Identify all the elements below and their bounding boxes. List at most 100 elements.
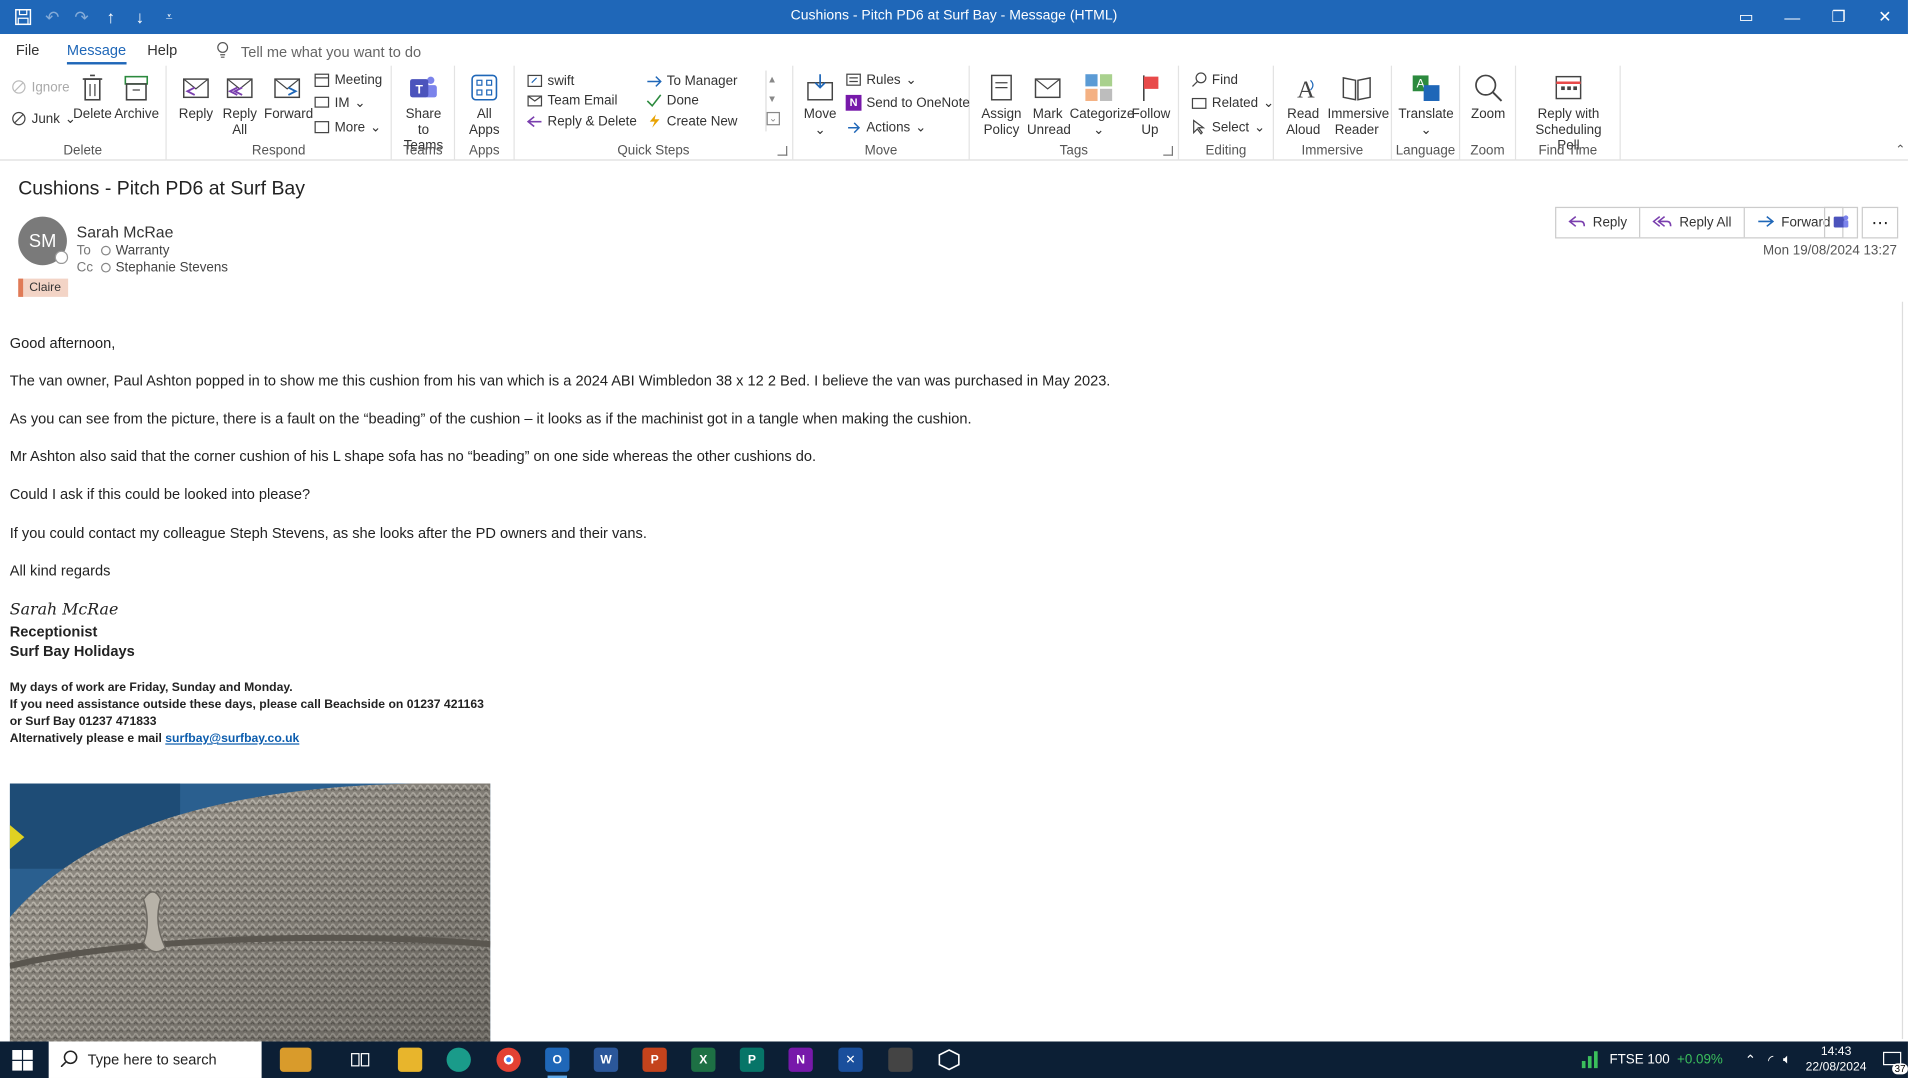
ribbon-display-options-icon[interactable]: ▭ — [1723, 0, 1769, 34]
mark-unread-button[interactable]: Mark Unread — [1026, 71, 1071, 139]
outlook-icon[interactable]: O — [545, 1047, 570, 1078]
read-aloud-button[interactable]: A Read Aloud — [1281, 71, 1325, 139]
sender-name[interactable]: Sarah McRae — [77, 223, 174, 241]
app-icon[interactable] — [937, 1048, 961, 1072]
ignore-button[interactable]: Ignore — [11, 79, 70, 95]
avatar[interactable]: SM — [18, 216, 69, 266]
translate-button[interactable]: A Translate ⌄ — [1397, 71, 1455, 139]
delete-button[interactable]: Delete — [73, 71, 112, 123]
arrow-right-icon — [646, 73, 662, 89]
actions-button[interactable]: Actions ⌄ — [846, 119, 926, 135]
teams-chat-button[interactable] — [1823, 206, 1859, 239]
app-icon[interactable] — [888, 1047, 913, 1072]
minimize-button[interactable]: — — [1769, 0, 1815, 34]
taskbar-search-box[interactable]: Type here to search — [48, 1041, 262, 1078]
follow-up-button[interactable]: Follow Up — [1128, 71, 1172, 139]
tab-help[interactable]: Help — [147, 41, 177, 58]
quick-step-reply-delete[interactable]: Reply & Delete — [526, 113, 637, 129]
cc-line: Cc Stephanie Stevens — [77, 260, 228, 275]
publisher-icon[interactable]: P — [739, 1047, 765, 1072]
clock[interactable]: 14:43 22/08/2024 — [1806, 1044, 1867, 1076]
signature-email-line: Alternatively please e mail surfbay@surf… — [9, 732, 300, 746]
collapse-ribbon-icon[interactable]: ⌃ — [1895, 144, 1905, 157]
ribbon: Ignore Junk ⌄ Delete Archive Delete Reply — [0, 65, 1908, 161]
move-folder-icon — [527, 73, 543, 89]
all-apps-button[interactable]: All Apps — [465, 71, 504, 139]
zoom-button[interactable]: Zoom — [1467, 71, 1508, 123]
reply-action-button[interactable]: Reply — [1556, 208, 1641, 238]
volume-icon[interactable]: 🔈︎ — [1783, 1052, 1791, 1068]
reply-button[interactable]: Reply — [176, 71, 215, 123]
find-button[interactable]: Find — [1191, 72, 1238, 88]
signature-line: If you need assistance outside these day… — [9, 698, 484, 712]
send-to-onenote-button[interactable]: N Send to OneNote — [845, 94, 970, 111]
categorize-button[interactable]: Categorize ⌄ — [1070, 71, 1134, 139]
task-view-icon[interactable] — [348, 1048, 372, 1072]
quick-step-team-email[interactable]: Team Email — [527, 92, 617, 108]
briefcase-icon[interactable] — [279, 1047, 312, 1072]
archive-button[interactable]: Archive — [114, 71, 159, 123]
powerpoint-icon[interactable]: P — [642, 1047, 667, 1072]
move-group: Move ⌄ Rules ⌄ N Send to OneNote Actions ⌄ … — [793, 65, 970, 161]
tab-message[interactable]: Message — [66, 41, 126, 65]
junk-button[interactable]: Junk ⌄ — [11, 111, 76, 127]
im-button[interactable]: IM ⌄ — [314, 95, 366, 111]
more-options-button[interactable]: ⋯ — [1861, 206, 1899, 239]
app-icon[interactable]: ✕ — [838, 1047, 863, 1072]
quick-step-to-manager[interactable]: To Manager — [646, 73, 737, 89]
cushion-photo[interactable] — [9, 783, 491, 1042]
select-button[interactable]: Select ⌄ — [1191, 119, 1265, 135]
reply-arrow-icon — [526, 113, 543, 129]
reading-pane-scrollbar[interactable] — [1901, 301, 1908, 1040]
trash-icon — [75, 71, 109, 105]
signature-company: Surf Bay Holidays — [9, 642, 135, 660]
archive-icon — [119, 71, 153, 105]
envelope-icon — [1031, 71, 1065, 105]
tell-me-box[interactable]: Tell me what you want to do — [217, 41, 421, 62]
system-tray: FTSE 100 +0.09% ⌃ ◜ 🔈︎ 14:43 22/08/2024 … — [1580, 1041, 1908, 1078]
junk-icon — [11, 111, 27, 127]
reply-all-button[interactable]: Reply All — [220, 71, 259, 139]
quick-steps-group: swift Team Email Reply & Delete To Manag… — [515, 65, 794, 161]
immersive-reader-button[interactable]: Immersive Reader — [1328, 71, 1389, 139]
reply-icon — [179, 71, 213, 105]
forward-button[interactable]: Forward — [264, 71, 313, 123]
onenote-icon[interactable]: N — [788, 1047, 813, 1072]
chrome-icon[interactable] — [496, 1047, 521, 1072]
more-respond-button[interactable]: More ⌄ — [314, 119, 381, 135]
assign-policy-button[interactable]: Assign Policy — [977, 71, 1026, 139]
share-to-teams-button[interactable]: T Share to Teams — [397, 71, 451, 155]
to-recipient[interactable]: Warranty — [116, 243, 170, 258]
stock-ticker-name[interactable]: FTSE 100 — [1609, 1052, 1669, 1067]
cc-recipient[interactable]: Stephanie Stevens — [116, 260, 228, 275]
show-hidden-icons-icon[interactable]: ⌃ — [1745, 1052, 1756, 1068]
quick-step-swift[interactable]: swift — [527, 73, 574, 89]
message-actions: Reply Reply All Forward — [1555, 206, 1844, 239]
windows-start-icon[interactable] — [12, 1050, 33, 1071]
edge-icon[interactable] — [446, 1047, 471, 1072]
quick-step-create-new[interactable]: Create New — [646, 113, 737, 129]
chat-icon — [314, 95, 330, 111]
related-button[interactable]: Related ⌄ — [1191, 95, 1274, 111]
word-icon[interactable]: W — [593, 1047, 619, 1072]
network-icon[interactable]: ◜ — [1768, 1052, 1773, 1068]
move-button[interactable]: Move ⌄ — [801, 71, 840, 139]
teams-icon — [1833, 212, 1850, 233]
close-button[interactable]: ✕ — [1862, 0, 1908, 34]
email-link[interactable]: surfbay@surfbay.co.uk — [165, 732, 299, 745]
immersive-group: A Read Aloud Immersive Reader Immersive — [1274, 65, 1393, 161]
notifications-icon[interactable]: 37 — [1876, 1041, 1908, 1078]
tab-file[interactable]: File — [16, 41, 40, 58]
quick-steps-scroll[interactable]: ▲ ▼ ⌄ — [765, 70, 780, 132]
taskbar-search-placeholder: Type here to search — [87, 1051, 217, 1069]
category-tag[interactable]: Claire — [18, 278, 69, 297]
file-explorer-icon[interactable] — [397, 1047, 423, 1072]
quick-step-done[interactable]: Done — [646, 92, 699, 108]
reply-with-scheduling-poll-button[interactable]: Reply with Scheduling Poll — [1521, 71, 1616, 155]
restore-button[interactable]: ❐ — [1815, 0, 1861, 34]
excel-icon[interactable]: X — [691, 1047, 716, 1072]
immersive-group-label: Immersive — [1301, 143, 1364, 159]
reply-all-action-button[interactable]: Reply All — [1640, 208, 1745, 238]
meeting-button[interactable]: Meeting — [314, 72, 382, 88]
rules-button[interactable]: Rules ⌄ — [846, 72, 917, 88]
